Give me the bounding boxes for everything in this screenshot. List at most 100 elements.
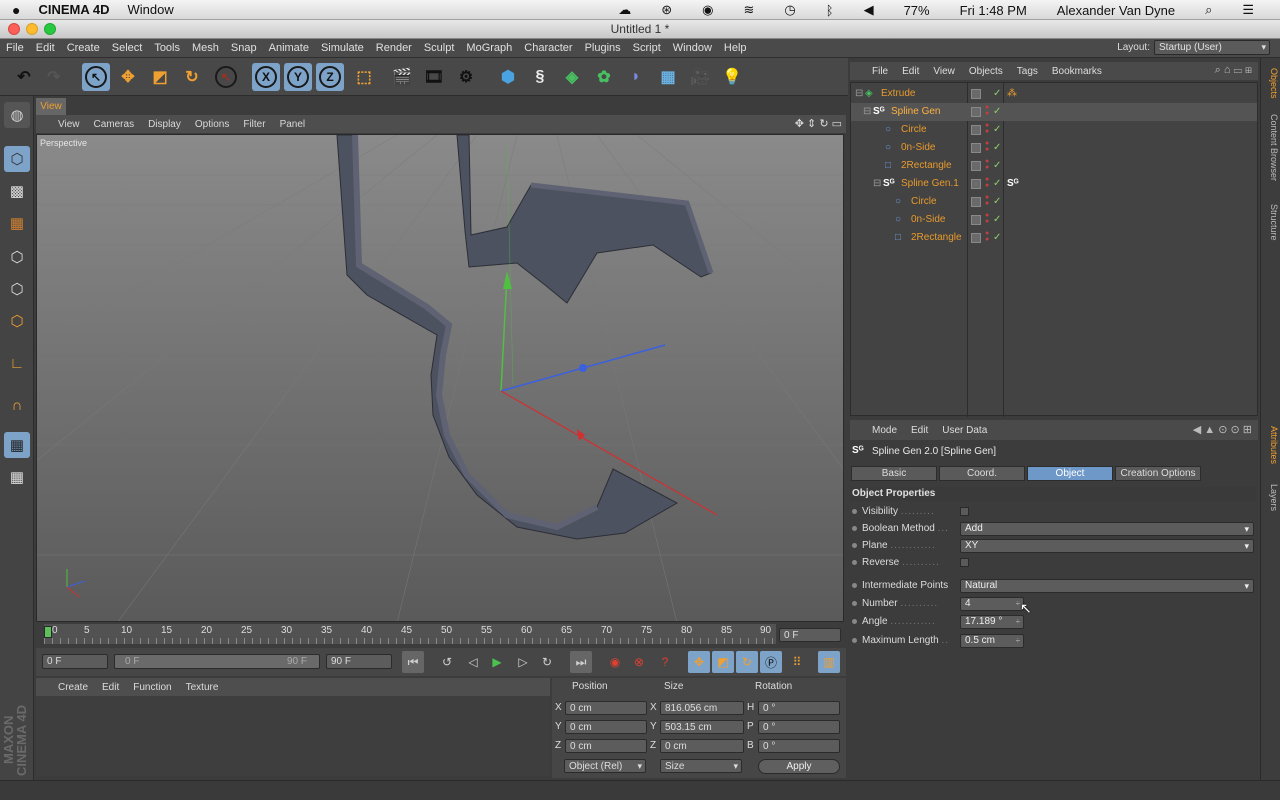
light-icon[interactable]: 💡 — [718, 63, 746, 91]
rotate-tool-icon[interactable]: ↻ — [178, 63, 206, 91]
go-to-end-icon[interactable]: ⏭ — [570, 651, 592, 673]
step-forward-key-icon[interactable]: ↻ — [536, 651, 558, 673]
maximum-length-field[interactable]: 0.5 cm — [960, 634, 1024, 648]
apple-icon[interactable]: ● — [12, 2, 20, 18]
cube-object-icon[interactable]: ⬢ — [494, 63, 522, 91]
battery-status[interactable]: 77% — [904, 3, 930, 18]
tab-object[interactable]: Object — [1027, 466, 1113, 481]
object-manager-nav-icons[interactable]: ⌕ ⌂ ▭ ⊞ — [1215, 64, 1252, 77]
scale-tool-icon[interactable]: ◩ — [146, 63, 174, 91]
plane-dropdown[interactable]: XY — [960, 539, 1254, 553]
tree-row-rectangle-2[interactable]: □ 2Rectangle ● ● ✓ — [851, 229, 1257, 247]
array-generator-icon[interactable]: ✿ — [590, 63, 618, 91]
view-tab[interactable]: View — [36, 98, 66, 115]
clock[interactable]: Fri 1:48 PM — [960, 3, 1027, 18]
visibility-checkbox[interactable] — [960, 507, 969, 516]
key-parameter-icon[interactable]: Ⓟ — [760, 651, 782, 673]
step-forward-frame-icon[interactable]: ▷ — [512, 651, 534, 673]
range-slider[interactable]: 0 F 90 F — [114, 654, 320, 669]
visibility-dots-icon[interactable]: ● ● — [985, 140, 989, 153]
axis-mode-icon[interactable]: ∟ — [4, 350, 30, 376]
enabled-check-icon[interactable]: ✓ — [993, 103, 1001, 121]
obj-menu-bookmarks[interactable]: Bookmarks — [1052, 66, 1102, 77]
mat-menu-create[interactable]: Create — [58, 682, 88, 693]
attr-menu-user-data[interactable]: User Data — [942, 425, 987, 436]
apply-button[interactable]: Apply — [758, 759, 840, 774]
rot-h-field[interactable]: 0 ° — [758, 701, 840, 715]
tab-attributes[interactable]: Attributes — [1263, 426, 1279, 464]
vp-menu-filter[interactable]: Filter — [243, 119, 265, 130]
bluetooth-icon[interactable]: ᛒ — [826, 3, 834, 18]
obj-menu-view[interactable]: View — [933, 66, 955, 77]
tree-row-rectangle[interactable]: □ 2Rectangle ● ● ✓ — [851, 157, 1257, 175]
tab-objects[interactable]: Objects — [1263, 68, 1279, 99]
attr-menu-mode[interactable]: Mode — [872, 425, 897, 436]
tree-row-circle[interactable]: ○ Circle ● ● ✓ — [851, 121, 1257, 139]
tab-structure[interactable]: Structure — [1263, 204, 1279, 241]
timeline-icon[interactable]: ▥ — [818, 651, 840, 673]
edges-mode-icon[interactable]: ⬡ — [4, 276, 30, 302]
enabled-check-icon[interactable]: ✓ — [993, 229, 1001, 247]
visibility-dots-icon[interactable]: ● ● — [985, 122, 989, 135]
mat-menu-texture[interactable]: Texture — [186, 682, 219, 693]
menu-mesh[interactable]: Mesh — [186, 42, 225, 54]
tab-layers[interactable]: Layers — [1263, 484, 1279, 511]
mat-menu-function[interactable]: Function — [133, 682, 171, 693]
menu-file[interactable]: File — [0, 42, 30, 54]
menu-help[interactable]: Help — [718, 42, 753, 54]
reverse-checkbox[interactable] — [960, 558, 969, 567]
step-back-key-icon[interactable]: ↺ — [436, 651, 458, 673]
number-field[interactable]: 4 — [960, 597, 1024, 611]
key-scale-icon[interactable]: ◩ — [712, 651, 734, 673]
texture-mode-icon[interactable]: ▩ — [4, 178, 30, 204]
tab-basic[interactable]: Basic — [851, 466, 937, 481]
3d-viewport[interactable]: Perspective — [36, 134, 844, 622]
tree-row-spline-gen-1[interactable]: ⊟ Sᴳ Spline Gen.1 ● ● ✓ Sᴳ — [851, 175, 1257, 193]
vp-menu-cameras[interactable]: Cameras — [94, 119, 135, 130]
key-rotation-icon[interactable]: ↻ — [736, 651, 758, 673]
current-frame-field[interactable]: 0 F — [779, 628, 841, 642]
coordinate-mode-dropdown[interactable]: Object (Rel) — [564, 759, 646, 773]
live-selection-icon[interactable]: ↖ — [82, 63, 110, 91]
step-back-frame-icon[interactable]: ◁ — [462, 651, 484, 673]
phong-tag-icon[interactable]: ⁂ — [1007, 85, 1017, 103]
enabled-check-icon[interactable]: ✓ — [993, 175, 1001, 193]
menu-sculpt[interactable]: Sculpt — [418, 42, 461, 54]
spotlight-icon[interactable]: ⌕ — [1205, 2, 1212, 18]
obj-menu-edit[interactable]: Edit — [902, 66, 919, 77]
intermediate-points-dropdown[interactable]: Natural — [960, 579, 1254, 593]
magnet-snap-icon[interactable]: ∩ — [4, 392, 30, 418]
tree-row-extrude[interactable]: ⊟ ◈ Extrude ✓ ⁂ — [851, 85, 1257, 103]
menu-character[interactable]: Character — [518, 42, 578, 54]
workplane-icon[interactable]: ▦ — [4, 210, 30, 236]
z-axis-lock-button[interactable]: Z — [316, 63, 344, 91]
spline-gen-tag-icon[interactable]: Sᴳ — [1007, 175, 1019, 193]
vp-menu-display[interactable]: Display — [148, 119, 181, 130]
model-mode-icon[interactable]: ⬡ — [4, 146, 30, 172]
undo-icon[interactable]: ↶ — [10, 63, 38, 91]
size-y-field[interactable]: 503.15 cm — [660, 720, 744, 734]
notification-icon[interactable]: ☰ — [1242, 2, 1254, 18]
obj-menu-tags[interactable]: Tags — [1017, 66, 1038, 77]
tab-creation-options[interactable]: Creation Options — [1115, 466, 1201, 481]
menu-select[interactable]: Select — [106, 42, 149, 54]
tree-row-n-side[interactable]: ○ 0n-Side ● ● ✓ — [851, 139, 1257, 157]
boolean-method-dropdown[interactable]: Add — [960, 522, 1254, 536]
render-settings-icon[interactable]: ⚙ — [452, 63, 480, 91]
deformer-icon[interactable]: ◗ — [622, 63, 650, 91]
enabled-check-icon[interactable]: ✓ — [993, 211, 1001, 229]
pos-z-field[interactable]: 0 cm — [565, 739, 647, 753]
rot-p-field[interactable]: 0 ° — [758, 720, 840, 734]
layout-dropdown[interactable]: Startup (User) — [1154, 40, 1270, 55]
menu-tools[interactable]: Tools — [148, 42, 186, 54]
wifi-icon[interactable]: ≋ — [744, 2, 755, 18]
vp-menu-panel[interactable]: Panel — [280, 119, 306, 130]
keyframe-selection-icon[interactable]: ? — [654, 651, 676, 673]
menu-simulate[interactable]: Simulate — [315, 42, 370, 54]
visibility-dots-icon[interactable]: ● ● — [985, 176, 989, 189]
close-window-button[interactable] — [8, 23, 20, 35]
render-picture-viewer-icon[interactable]: 🎞 — [420, 63, 448, 91]
sync-icon[interactable]: ⊛ — [661, 2, 672, 18]
coordinate-system-icon[interactable]: ⬚ — [350, 63, 378, 91]
menu-animate[interactable]: Animate — [263, 42, 315, 54]
